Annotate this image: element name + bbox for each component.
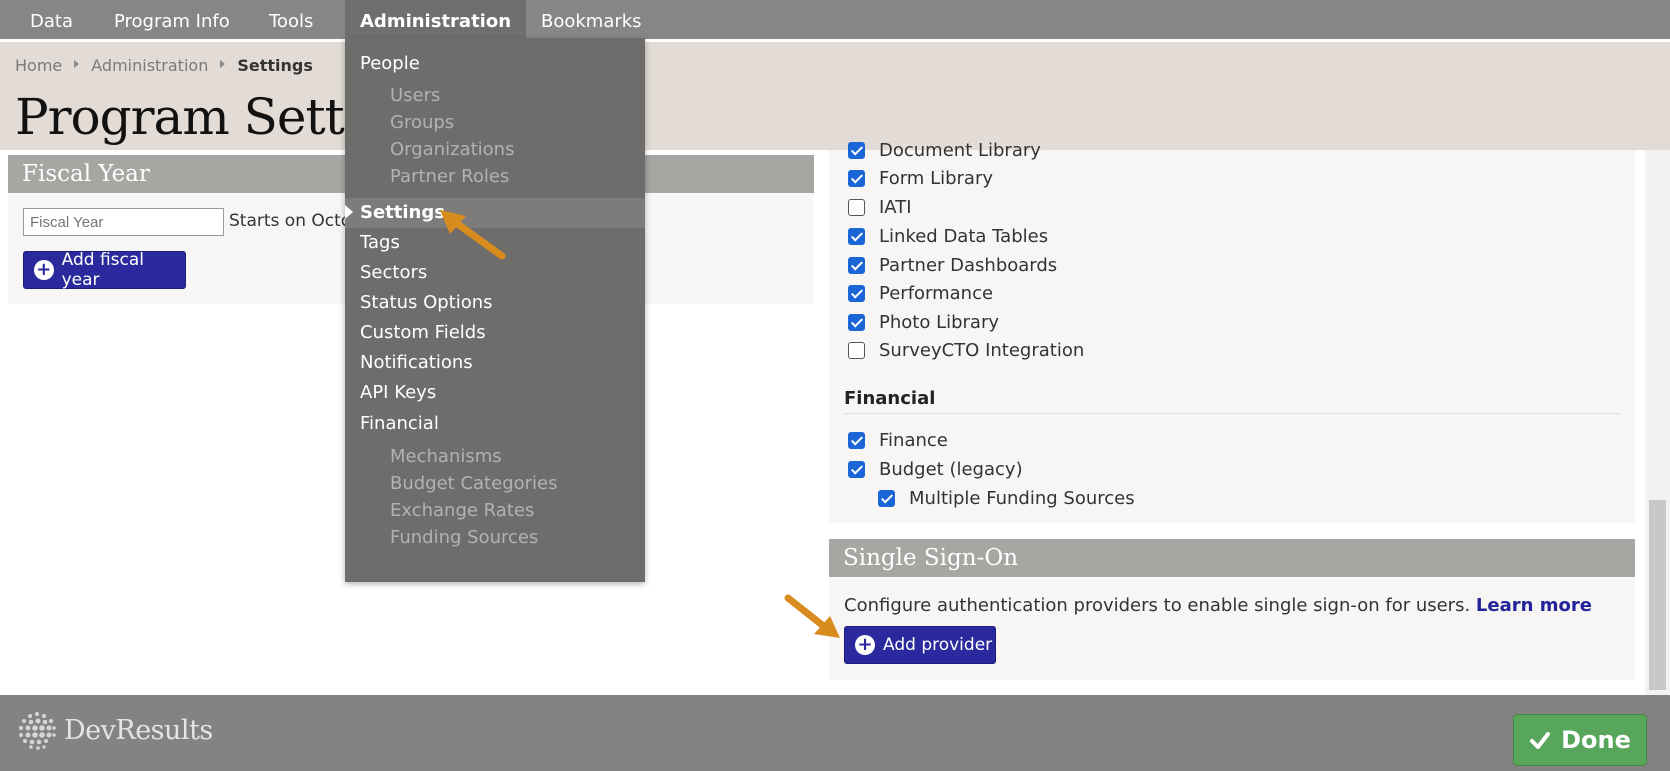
annotation-arrow-icon: [440, 210, 506, 260]
menu-mechanisms[interactable]: Mechanisms: [390, 446, 502, 467]
menu-settings[interactable]: Settings: [360, 202, 445, 223]
feature-document-library[interactable]: Document Library: [848, 140, 1041, 161]
menu-api-keys[interactable]: API Keys: [360, 382, 436, 403]
nav-tools[interactable]: Tools: [254, 0, 328, 42]
menu-users[interactable]: Users: [390, 85, 440, 106]
checkbox-checked-icon[interactable]: [848, 257, 865, 274]
checkbox-checked-icon[interactable]: [878, 490, 895, 507]
checkbox-checked-icon[interactable]: [848, 432, 865, 449]
done-label: Done: [1561, 726, 1631, 754]
page-scrollbar[interactable]: [1645, 150, 1670, 695]
feature-performance[interactable]: Performance: [848, 283, 993, 304]
plus-circle-icon: +: [855, 635, 875, 655]
feature-partner-dashboards[interactable]: Partner Dashboards: [848, 255, 1057, 276]
menu-sectors[interactable]: Sectors: [360, 262, 427, 283]
sso-description-text: Configure authentication providers to en…: [844, 595, 1471, 616]
feature-label: Form Library: [879, 168, 994, 189]
menu-partner-roles[interactable]: Partner Roles: [390, 166, 509, 187]
breadcrumb-current: Settings: [237, 56, 313, 75]
devresults-logo: DevResults: [16, 709, 213, 751]
feature-label: SurveyCTO Integration: [879, 340, 1085, 361]
sso-description: Configure authentication providers to en…: [844, 595, 1592, 616]
financial-heading: Financial: [844, 388, 936, 409]
checkbox-checked-icon[interactable]: [848, 228, 865, 245]
checkbox-checked-icon[interactable]: [848, 314, 865, 331]
plus-circle-icon: +: [34, 260, 54, 280]
feature-label: Budget (legacy): [879, 459, 1023, 480]
fiscal-year-input[interactable]: [23, 208, 224, 236]
breadcrumb: Home Administration Settings: [15, 56, 313, 75]
done-button[interactable]: Done: [1513, 714, 1647, 766]
menu-budget-categories[interactable]: Budget Categories: [390, 473, 557, 494]
checkbox-checked-icon[interactable]: [848, 461, 865, 478]
logo-text: DevResults: [64, 714, 213, 746]
checkbox-checked-icon[interactable]: [848, 142, 865, 159]
learn-more-link[interactable]: Learn more: [1476, 595, 1592, 616]
breadcrumb-home[interactable]: Home: [15, 56, 62, 75]
feature-label: Multiple Funding Sources: [909, 488, 1135, 509]
menu-custom-fields[interactable]: Custom Fields: [360, 322, 486, 343]
menu-groups[interactable]: Groups: [390, 112, 454, 133]
menu-financial[interactable]: Financial: [360, 413, 439, 434]
caret-right-icon: [345, 205, 353, 219]
menu-funding-sources[interactable]: Funding Sources: [390, 527, 538, 548]
breadcrumb-separator-icon: [220, 59, 226, 68]
nav-bookmarks[interactable]: Bookmarks: [526, 0, 657, 42]
feature-budget-legacy[interactable]: Budget (legacy): [848, 459, 1023, 480]
breadcrumb-administration[interactable]: Administration: [91, 56, 208, 75]
menu-exchange-rates[interactable]: Exchange Rates: [390, 500, 534, 521]
feature-label: Finance: [879, 430, 948, 451]
feature-label: Photo Library: [879, 312, 1000, 333]
annotation-arrow-icon: [784, 594, 840, 638]
menu-notifications[interactable]: Notifications: [360, 352, 473, 373]
globe-logo-icon: [19, 712, 56, 750]
feature-linked-data-tables[interactable]: Linked Data Tables: [848, 226, 1048, 247]
feature-label: Document Library: [879, 140, 1041, 161]
checkbox-unchecked-icon[interactable]: [848, 342, 865, 359]
checkmark-icon: [1530, 732, 1551, 749]
breadcrumb-separator-icon: [74, 59, 80, 68]
nav-program-info[interactable]: Program Info: [99, 0, 245, 42]
feature-label: IATI: [879, 197, 912, 218]
checkbox-unchecked-icon[interactable]: [848, 199, 865, 216]
menu-organizations[interactable]: Organizations: [390, 139, 514, 160]
nav-data[interactable]: Data: [15, 0, 88, 42]
feature-photo-library[interactable]: Photo Library: [848, 312, 999, 333]
feature-finance[interactable]: Finance: [848, 430, 948, 451]
scrollbar-thumb[interactable]: [1649, 500, 1666, 690]
checkbox-checked-icon[interactable]: [848, 285, 865, 302]
feature-surveycto[interactable]: SurveyCTO Integration: [848, 340, 1084, 361]
administration-menu: People Users Groups Organizations Partne…: [345, 38, 645, 582]
add-fiscal-year-label: Add fiscal year: [61, 250, 144, 290]
menu-tags[interactable]: Tags: [360, 232, 400, 253]
fiscal-year-starts-label: Starts on Octo: [229, 211, 352, 231]
feature-iati[interactable]: IATI: [848, 197, 912, 218]
sso-heading: Single Sign-On: [829, 539, 1635, 577]
top-nav: Data Program Info Tools Administration B…: [0, 0, 1670, 42]
feature-form-library[interactable]: Form Library: [848, 168, 993, 189]
add-fiscal-year-button[interactable]: + Add fiscal year: [23, 250, 186, 290]
nav-administration[interactable]: Administration: [345, 0, 527, 42]
feature-label: Linked Data Tables: [879, 226, 1049, 247]
feature-multiple-funding-sources[interactable]: Multiple Funding Sources: [878, 488, 1135, 509]
checkbox-checked-icon[interactable]: [848, 170, 865, 187]
feature-label: Performance: [879, 283, 994, 304]
financial-divider: [844, 413, 1620, 414]
add-provider-button[interactable]: + Add provider: [844, 626, 996, 664]
add-provider-label: Add provider: [883, 635, 993, 655]
footer: DevResults Done: [0, 695, 1670, 771]
feature-label: Partner Dashboards: [879, 255, 1058, 276]
menu-people[interactable]: People: [360, 53, 420, 74]
menu-status-options[interactable]: Status Options: [360, 292, 493, 313]
